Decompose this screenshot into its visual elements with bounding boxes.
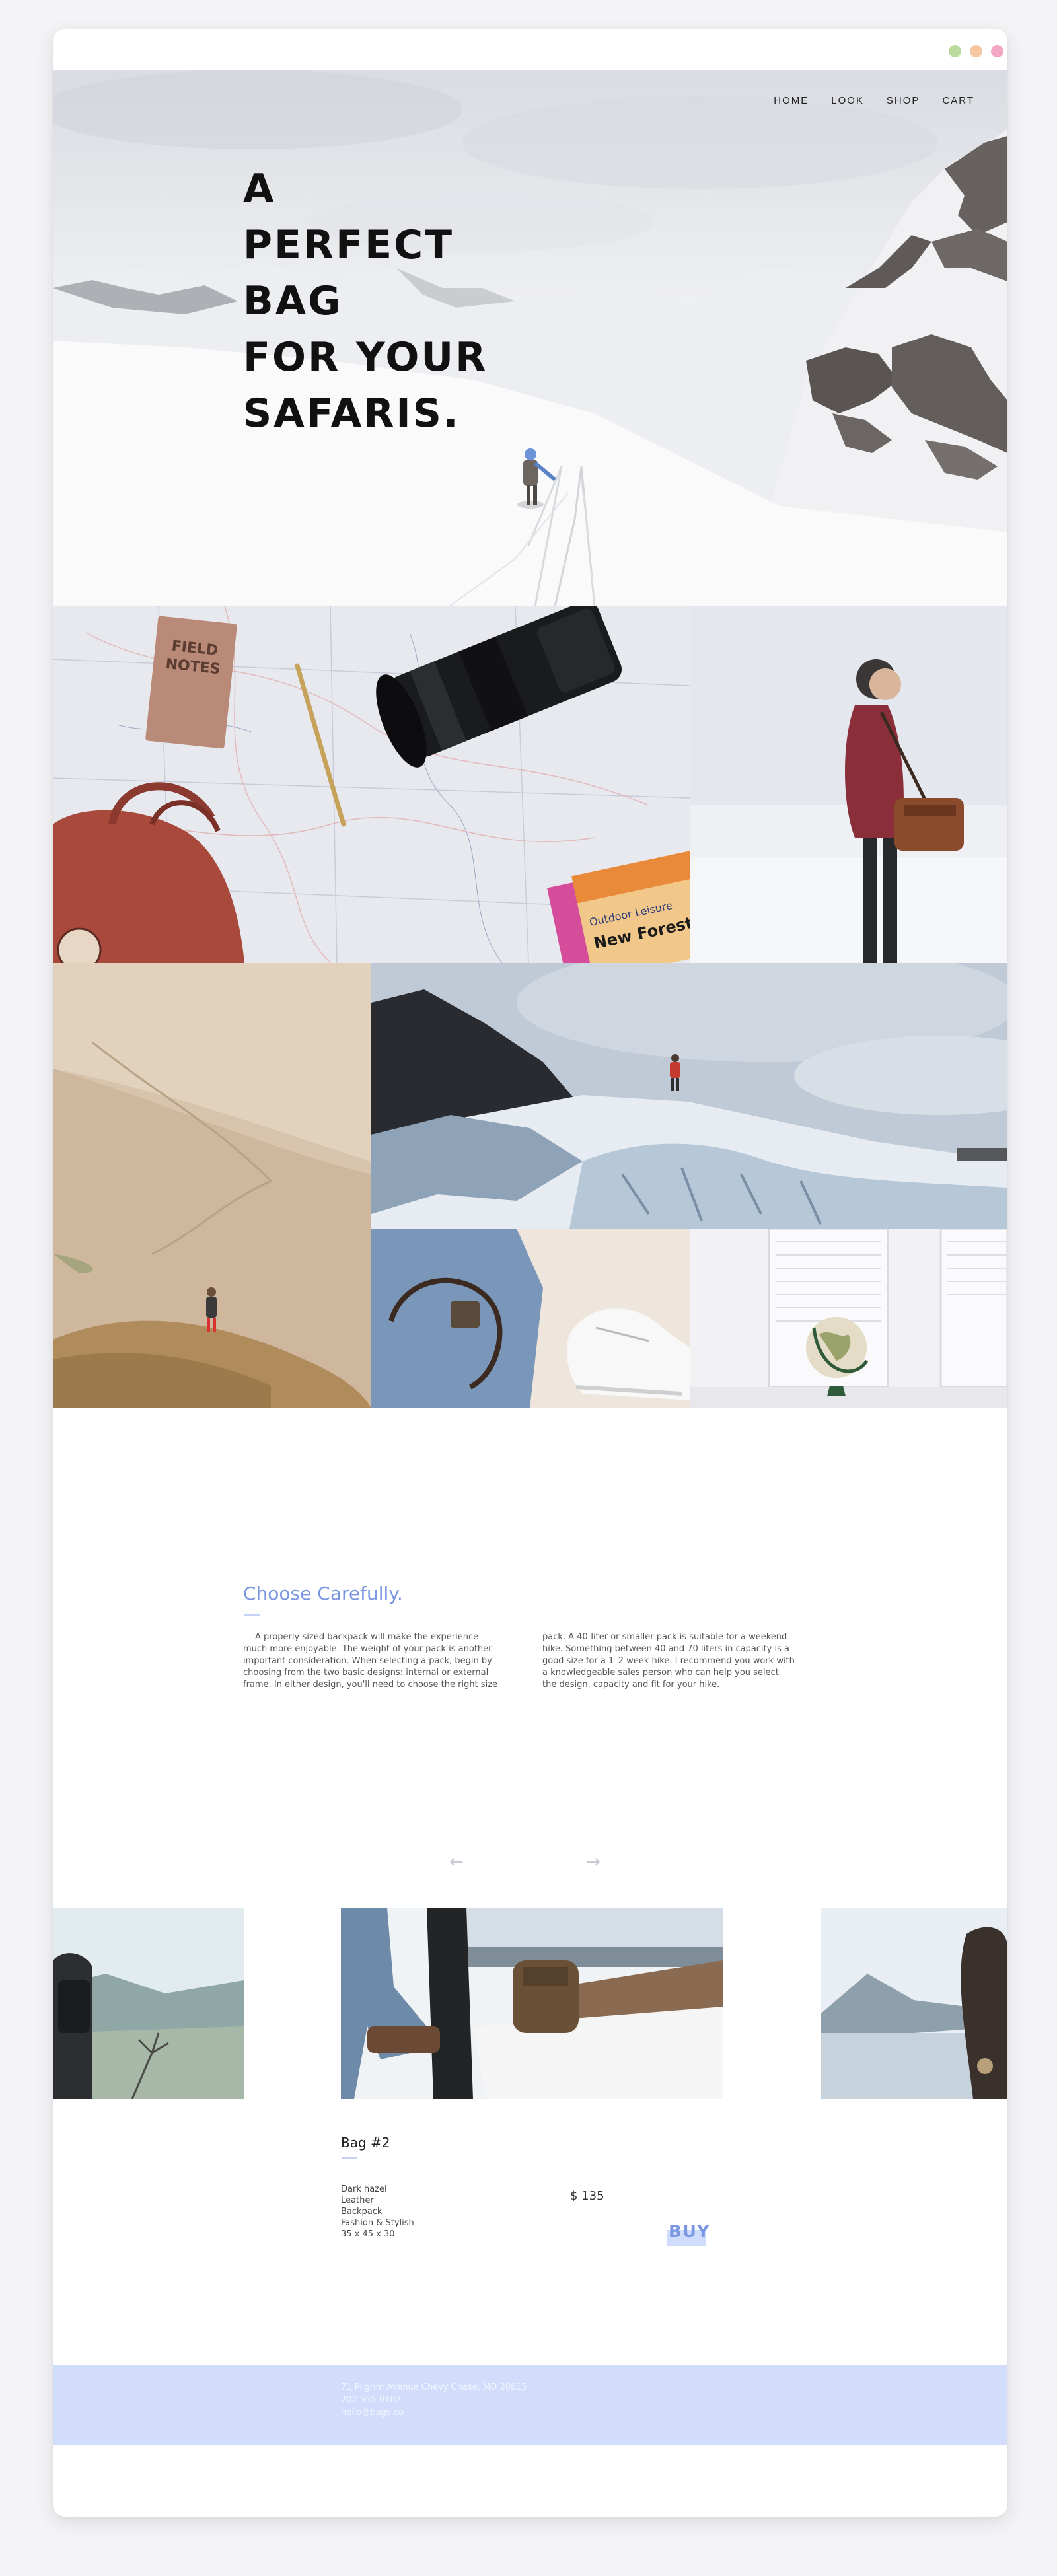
glacier-ridge-photo: [371, 963, 1007, 1229]
man-with-satchel-photo: [690, 606, 1007, 963]
paragraph-line: much more enjoyable. The weight of your …: [243, 1644, 492, 1654]
carousel-slide-next[interactable]: [821, 1908, 1007, 2099]
footer-address: 71 Pilgrim Avenue Chevy Chase, MD 20815: [341, 2382, 527, 2392]
headline-line: FOR YOUR: [243, 334, 488, 380]
paragraph-line: frame. In either design, you'll need to …: [243, 1680, 497, 1690]
paragraph-line: a knowledgeable sales person who can hel…: [542, 1668, 779, 1678]
headline-line: A: [243, 166, 276, 212]
product-price: $ 135: [570, 2189, 604, 2203]
product-spec: Backpack: [341, 2207, 383, 2217]
nav-cart-link[interactable]: CART: [942, 95, 974, 106]
hero-headline: A PERFECT BAG FOR YOUR SAFARIS.: [243, 161, 521, 442]
buy-button[interactable]: BUY: [667, 2222, 710, 2246]
article-column-right: pack. A 40-liter or smaller pack is suit…: [542, 1631, 821, 1691]
carousel-next-arrow-icon[interactable]: →: [586, 1852, 601, 1872]
window-close-button[interactable]: [991, 45, 1003, 57]
product-spec: Leather: [341, 2196, 374, 2205]
footer-phone[interactable]: 202 555 0102: [341, 2395, 401, 2405]
paragraph-line: A properly-sized backpack will make the …: [255, 1632, 479, 1642]
hero-banner: HOME LOOK SHOP CART A PERFECT BAG FOR YO…: [53, 70, 1007, 606]
footer-email[interactable]: hello@bags.co: [341, 2408, 404, 2417]
paragraph-line: the design, capacity and fit for your hi…: [542, 1680, 720, 1690]
title-underline: [244, 1614, 260, 1616]
denim-bag-sneakers-photo: [371, 1229, 690, 1408]
title-bar: [53, 29, 1007, 70]
nav-look-link[interactable]: LOOK: [831, 95, 864, 106]
window-minimize-button[interactable]: [970, 45, 982, 57]
product-spec: Fashion & Stylish: [341, 2218, 414, 2228]
paragraph-line: pack. A 40-liter or smaller pack is suit…: [542, 1632, 787, 1642]
browser-window: HOME LOOK SHOP CART A PERFECT BAG FOR YO…: [53, 29, 1007, 2517]
nav-shop-link[interactable]: SHOP: [887, 95, 920, 106]
carousel-slide-prev[interactable]: [53, 1908, 244, 2099]
window-globe-photo: [690, 1229, 1007, 1408]
headline-line: BAG: [243, 278, 343, 324]
top-navigation: HOME LOOK SHOP CART: [774, 95, 974, 106]
paragraph-line: important consideration. When selecting …: [243, 1656, 492, 1666]
product-spec: 35 x 45 x 30: [341, 2229, 395, 2239]
footer: 71 Pilgrim Avenue Chevy Chase, MD 20815 …: [53, 2365, 1007, 2445]
snowy-mountain-hero-image: [53, 70, 1007, 606]
carousel-slide-current[interactable]: [341, 1908, 723, 2099]
flatlay-map-photo: FIELD NOTES Outdoor Leisure New Forest: [53, 606, 690, 963]
headline-line: PERFECT: [243, 222, 455, 268]
desert-hill-hiker-photo: [53, 963, 371, 1408]
product-spec: Dark hazel: [341, 2184, 387, 2194]
paragraph-line: hike. Something between 40 and 70 liters…: [542, 1644, 789, 1654]
field-notes-notebook: FIELD NOTES: [145, 616, 237, 749]
window-maximize-button[interactable]: [949, 45, 961, 57]
paragraph-line: choosing from the two basic designs: int…: [243, 1668, 489, 1678]
buy-button-label: BUY: [669, 2222, 710, 2242]
product-name-underline: [342, 2157, 357, 2159]
nav-home-link[interactable]: HOME: [774, 95, 809, 106]
product-name: Bag #2: [341, 2135, 390, 2151]
article-column-left: A properly-sized backpack will make the …: [243, 1631, 522, 1691]
carousel-prev-arrow-icon[interactable]: ←: [449, 1852, 464, 1872]
headline-line: SAFARIS.: [243, 390, 460, 437]
paragraph-line: good size for a 1–2 week hike. I recomme…: [542, 1656, 795, 1666]
section-title: Choose Carefully.: [243, 1583, 403, 1604]
